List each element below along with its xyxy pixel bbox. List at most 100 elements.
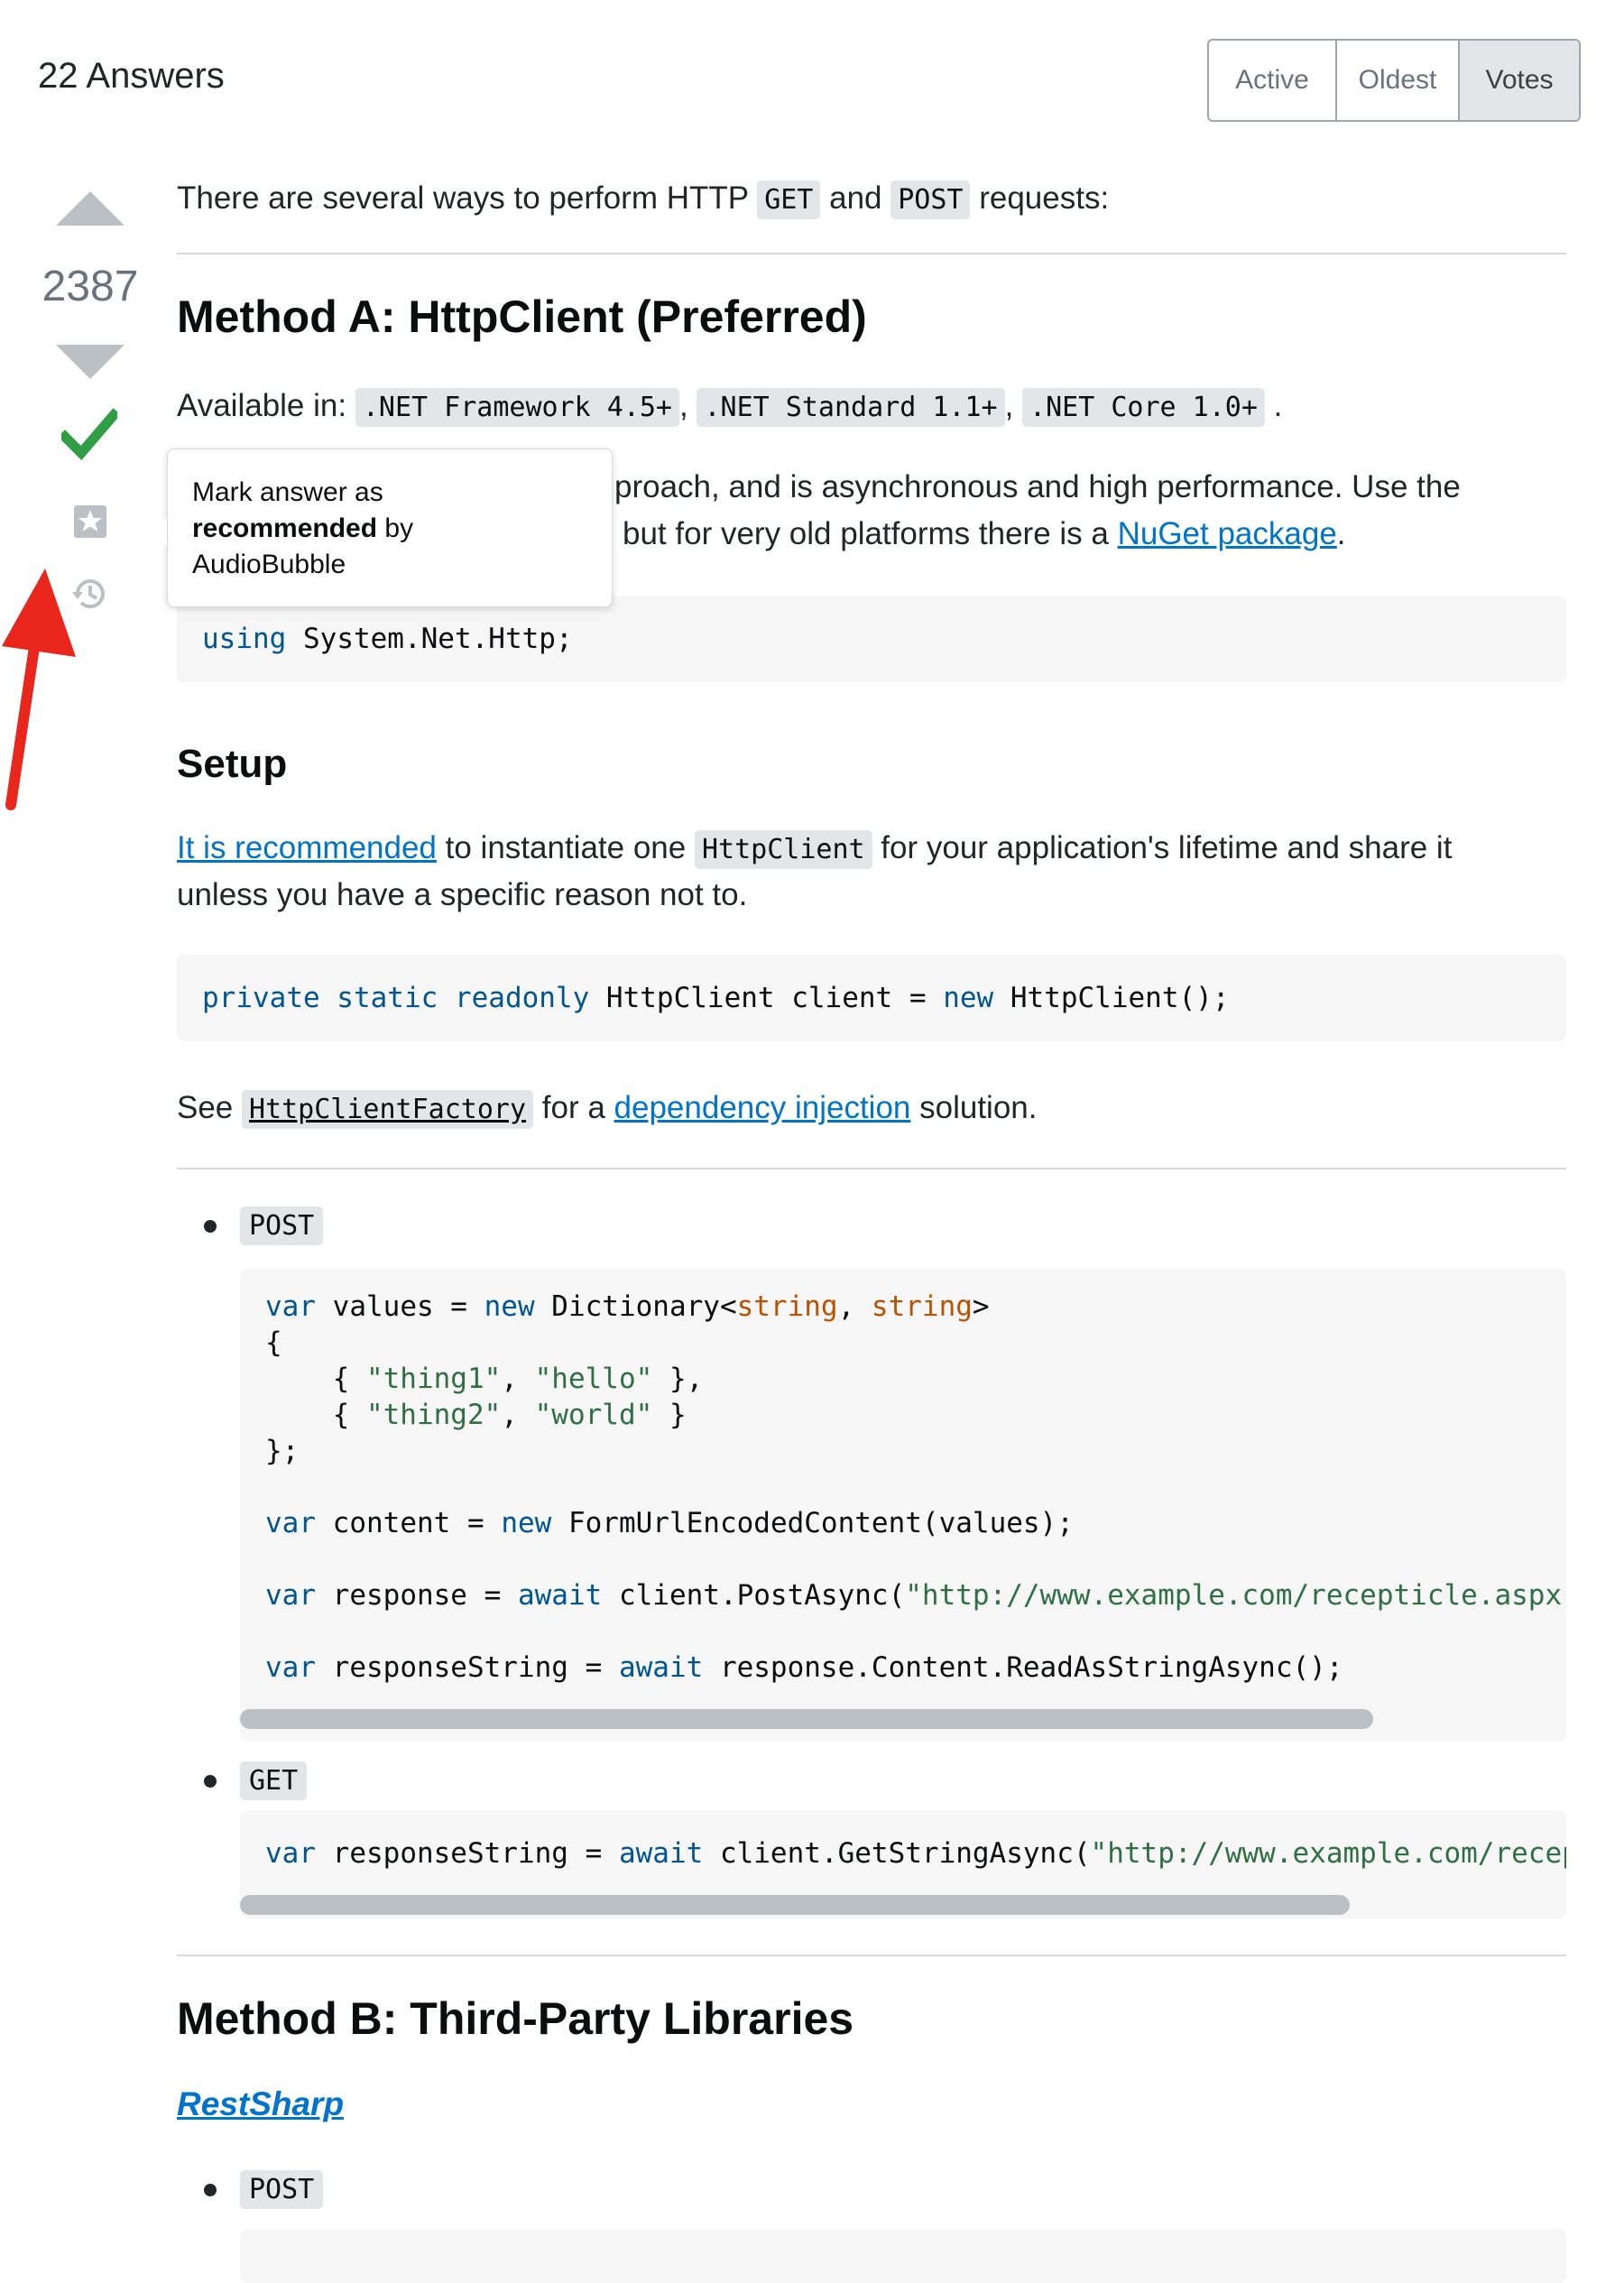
code-text: , — [501, 1363, 535, 1395]
framework-code: .NET Framework 4.5+ — [355, 388, 679, 427]
list-bullet — [204, 1775, 217, 1788]
intro-and: and — [820, 180, 891, 216]
using-code-block: using System.Net.Http; — [177, 596, 1566, 682]
code-text: response = — [316, 1579, 518, 1612]
tooltip-line-2: recommended by — [192, 511, 587, 547]
string-literal: "http://www.example.com/recepticle.aspx" — [1090, 1837, 1566, 1870]
kw-new: new — [501, 1507, 552, 1539]
post-inline-code: POST — [890, 180, 971, 219]
list-bullet — [204, 2184, 217, 2196]
tooltip-by: by — [377, 513, 414, 543]
code-line: var values = new Dictionary<string, stri… — [265, 1289, 990, 1325]
code-text: , — [501, 1399, 535, 1431]
code-line: var responseString = await response.Cont… — [265, 1650, 1343, 1686]
kw-var: var — [265, 1837, 316, 1870]
setup-text-2: for your application's lifetime and shar… — [872, 830, 1453, 865]
code-line: var content = new FormUrlEncodedContent(… — [265, 1505, 1074, 1541]
post-label-code: POST — [240, 2170, 324, 2209]
decl-end: HttpClient(); — [993, 982, 1230, 1014]
tooltip-line-1: Mark answer as — [192, 477, 383, 507]
horizontal-scrollbar[interactable] — [240, 1895, 1350, 1915]
code-text: responseString = — [316, 1837, 619, 1870]
approach-text: but for very old platforms there is a — [623, 516, 1118, 551]
string-literal: "thing2" — [365, 1399, 502, 1431]
sort-tab-oldest[interactable]: Oldest — [1335, 41, 1458, 120]
red-arrow-annotation — [2, 568, 76, 810]
httpclientfactory-link[interactable]: HttpClientFactory — [242, 1090, 534, 1129]
nuget-package-link[interactable]: NuGet package — [1118, 516, 1337, 551]
factory-inline-code: HttpClientFactory — [242, 1090, 534, 1129]
setup-heading: Setup — [177, 742, 288, 786]
approach-line-2: but for very old platforms there is a Nu… — [623, 511, 1346, 558]
approach-end: . — [1336, 516, 1346, 551]
code-line: }; — [265, 1435, 300, 1467]
code-line: { "thing1", "hello" }, — [265, 1361, 704, 1397]
vote-count: 2387 — [42, 263, 139, 310]
comma: , — [679, 388, 697, 423]
using-code-line: using System.Net.Http; — [202, 621, 573, 657]
approach-line-1: proach, and is asynchronous and high per… — [614, 469, 1461, 504]
restsharp-code-block — [240, 2229, 1566, 2283]
method-a-heading: Method A: HttpClient (Preferred) — [177, 291, 867, 342]
standard-code: .NET Standard 1.1+ — [697, 388, 1005, 427]
sort-tab-active[interactable]: Active — [1209, 41, 1335, 120]
code-text: content = — [316, 1507, 502, 1539]
kw-new: new — [484, 1290, 535, 1323]
recommended-link[interactable]: It is recommended — [177, 830, 437, 865]
available-label: Available in: — [177, 388, 355, 423]
intro-paragraph: There are several ways to perform HTTP G… — [177, 175, 1109, 224]
tooltip-line-3: AudioBubble — [192, 550, 346, 579]
client-decl-code-block: private static readonly HttpClient clien… — [177, 955, 1566, 1041]
code-text: { — [265, 1399, 366, 1431]
string-literal: "thing1" — [365, 1363, 502, 1395]
setup-paragraph-line-1: It is recommended to instantiate one Htt… — [177, 825, 1452, 873]
dependency-injection-link[interactable]: dependency injection — [614, 1090, 911, 1125]
using-rest: System.Net.Http; — [286, 623, 573, 655]
kw-await: await — [618, 1837, 704, 1870]
available-in-line: Available in: .NET Framework 4.5+, .NET … — [177, 383, 1282, 431]
caret-down-icon[interactable] — [56, 345, 125, 379]
code-text: response.Content.ReadAsStringAsync(); — [703, 1651, 1343, 1684]
kw-var: var — [265, 1651, 316, 1684]
horizontal-scrollbar[interactable] — [240, 1709, 1373, 1729]
code-text: Dictionary< — [534, 1290, 737, 1323]
code-line: { — [265, 1326, 282, 1359]
string-literal: "hello" — [534, 1363, 653, 1395]
code-text: { — [265, 1363, 366, 1395]
type-string: string — [736, 1290, 838, 1323]
caret-up-icon[interactable] — [56, 191, 125, 226]
code-text: client.GetStringAsync( — [703, 1837, 1091, 1870]
kw-var: var — [265, 1579, 316, 1612]
kw-var: var — [265, 1290, 316, 1323]
code-text: > — [972, 1290, 990, 1323]
answers-count-heading: 22 Answers — [38, 56, 225, 96]
kw-await: await — [517, 1579, 603, 1612]
divider — [177, 1168, 1566, 1169]
string-literal: "http://www.example.com/recepticle.aspx" — [905, 1579, 1566, 1612]
tooltip-bold-word: recommended — [192, 513, 378, 543]
bookmark-star-icon[interactable] — [72, 504, 108, 540]
kw-using: using — [202, 623, 287, 655]
code-text: } — [652, 1399, 687, 1431]
restsharp-heading: RestSharp — [177, 2081, 344, 2128]
divider — [177, 253, 1566, 254]
get-code-block: var responseString = await client.GetStr… — [240, 1810, 1566, 1918]
code-line: var responseString = await client.GetStr… — [265, 1835, 1566, 1872]
get-label-code: GET — [240, 1761, 308, 1800]
for-a-text: for a — [533, 1090, 614, 1125]
core-code: .NET Core 1.0+ — [1022, 388, 1265, 427]
kw-await: await — [618, 1651, 704, 1684]
intro-end: requests: — [970, 180, 1110, 216]
code-text: client.PostAsync( — [602, 1579, 906, 1612]
setup-text-1: to instantiate one — [436, 830, 695, 865]
intro-text: There are several ways to perform HTTP — [177, 180, 758, 216]
kw-decl: private static readonly — [202, 982, 590, 1014]
sort-tabs: Active Oldest Votes — [1207, 39, 1581, 122]
post-label-code: POST — [240, 1206, 324, 1245]
type-string: string — [871, 1290, 973, 1323]
restsharp-link[interactable]: RestSharp — [177, 2085, 344, 2122]
period: . — [1264, 388, 1283, 423]
httpclient-inline-code: HttpClient — [694, 830, 872, 869]
see-factory-line: See HttpClientFactory for a dependency i… — [177, 1085, 1038, 1133]
sort-tab-votes[interactable]: Votes — [1458, 41, 1579, 120]
